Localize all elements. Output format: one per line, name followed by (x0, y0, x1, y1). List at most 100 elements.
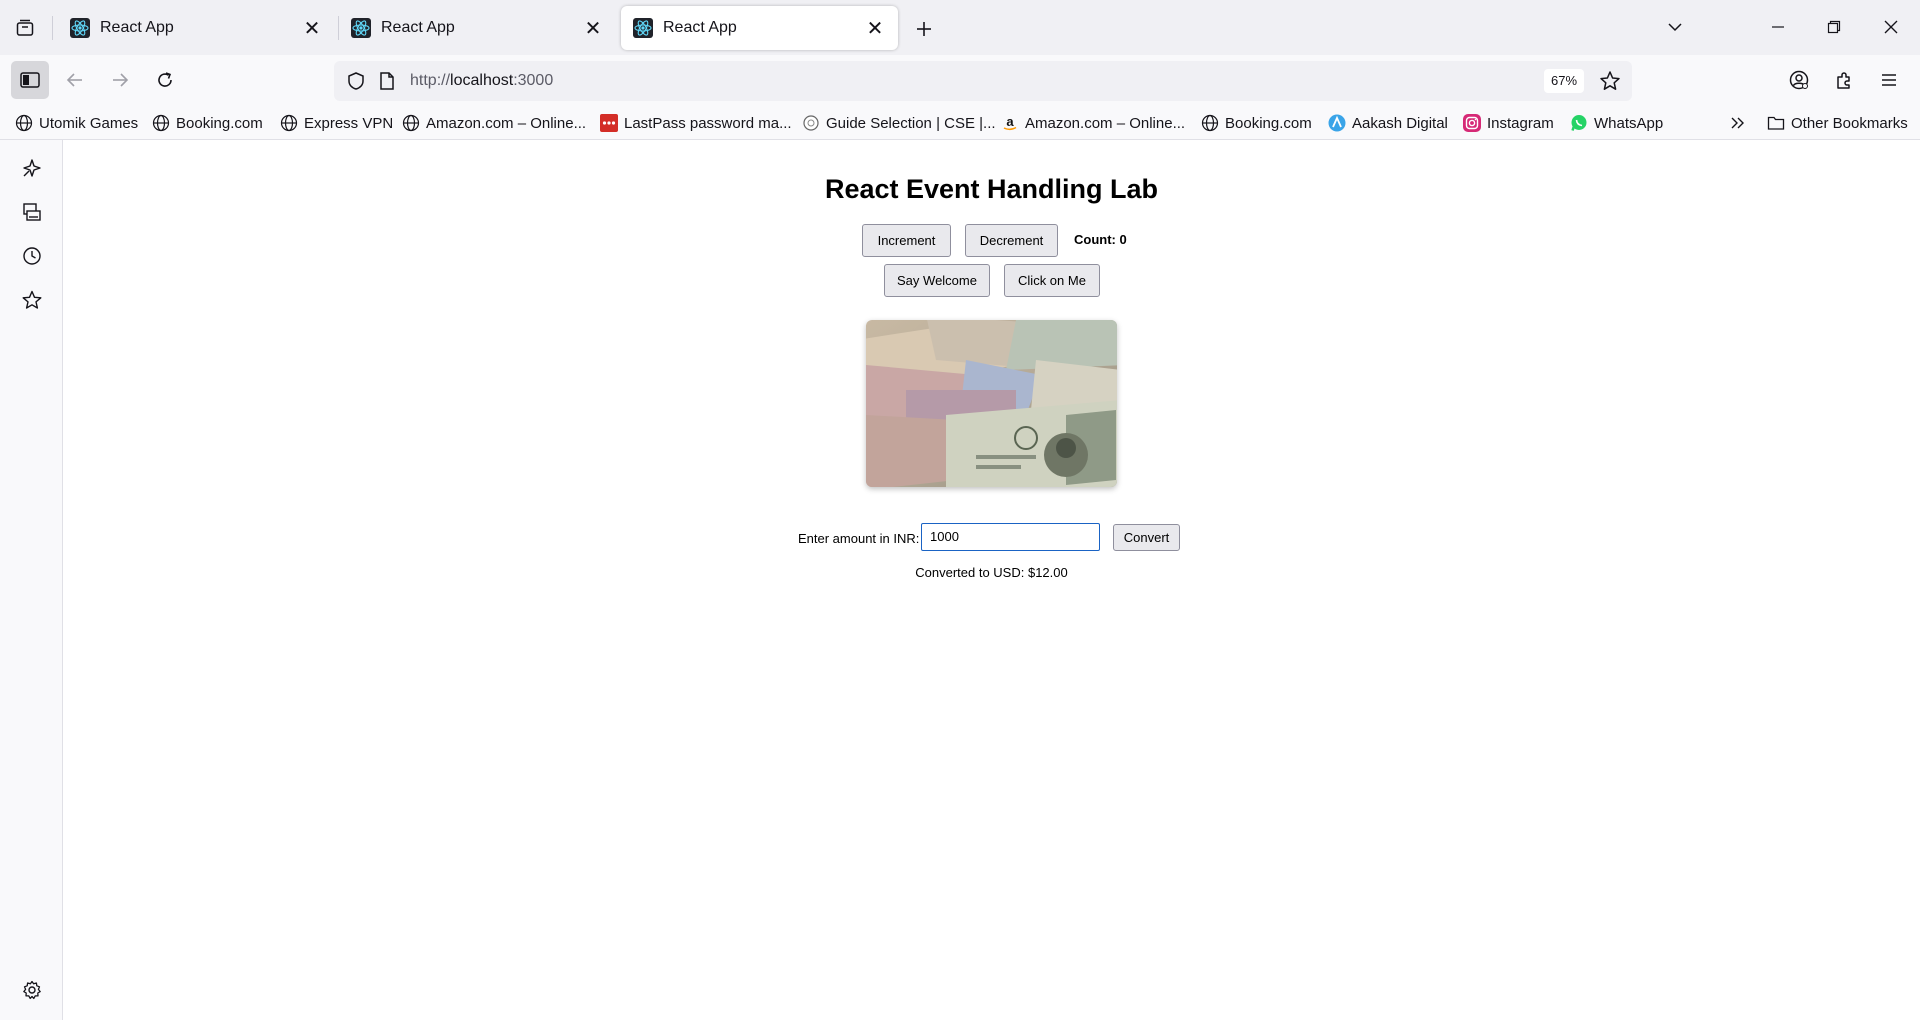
minimize-button[interactable] (1755, 8, 1801, 46)
tab-list-button[interactable] (8, 11, 42, 45)
zoom-level-badge[interactable]: 67% (1544, 69, 1585, 93)
other-bookmarks-label: Other Bookmarks (1791, 114, 1908, 132)
amount-input[interactable]: 1000 (921, 523, 1100, 551)
globe-icon (152, 114, 170, 132)
tab-list-icon (16, 19, 34, 36)
bookmark-label: Booking.com (176, 114, 263, 132)
bookmark-guide-selection[interactable]: Guide Selection | CSE |... (802, 111, 996, 135)
amount-label: Enter amount in INR: (798, 531, 920, 546)
guide-icon (802, 114, 820, 132)
globe-icon (15, 114, 33, 132)
puzzle-piece-icon (1837, 72, 1850, 89)
aakash-icon (1328, 114, 1346, 132)
sidebar-settings-button[interactable] (14, 972, 50, 1008)
close-window-button[interactable] (1868, 8, 1914, 46)
bookmark-label: WhatsApp (1594, 114, 1664, 132)
back-button[interactable] (56, 61, 94, 99)
reload-button[interactable] (146, 61, 184, 99)
click-on-me-button[interactable]: Click on Me (1004, 264, 1100, 297)
page-content: React Event Handling Lab Increment Decre… (63, 140, 1920, 1020)
close-tab-icon[interactable]: ✕ (864, 17, 886, 40)
bookmark-amazon-1[interactable]: Amazon.com – Online... (402, 111, 586, 135)
bookmark-label: Amazon.com – Online... (1025, 114, 1186, 132)
bookmark-label: LastPass password ma... (624, 114, 792, 132)
menu-button[interactable] (1870, 61, 1908, 99)
amazon-icon: a (1001, 114, 1019, 132)
instagram-icon (1463, 114, 1481, 132)
history-button[interactable] (14, 238, 50, 274)
bookmark-label: Express VPN (304, 114, 394, 132)
close-icon (1884, 20, 1898, 34)
bookmark-lastpass[interactable]: LastPass password ma... (600, 111, 792, 135)
navigation-toolbar: http://localhost:3000 67% (0, 55, 1920, 105)
bookmark-whatsapp[interactable]: WhatsApp (1570, 111, 1663, 135)
count-display: Count: 0 (1074, 232, 1127, 247)
bookmark-label: Booking.com (1225, 114, 1312, 132)
react-icon (70, 18, 90, 38)
other-bookmarks-folder[interactable]: Other Bookmarks (1767, 111, 1908, 135)
browser-sidebar (0, 140, 63, 1020)
chevron-down-icon (1668, 23, 1682, 32)
svg-text:a: a (1006, 114, 1014, 129)
globe-icon (1201, 114, 1219, 132)
clock-icon (23, 247, 41, 265)
gear-icon (23, 980, 41, 1000)
browser-tab-3-active[interactable]: React App ✕ (621, 6, 898, 50)
bookmark-booking[interactable]: Booking.com (152, 111, 263, 135)
forward-button[interactable] (101, 61, 139, 99)
bookmark-utomik-games[interactable]: Utomik Games (15, 111, 138, 135)
ai-chatbot-button[interactable] (14, 150, 50, 186)
forward-arrow-icon (113, 73, 129, 87)
bookmark-label: Amazon.com – Online... (426, 114, 587, 132)
bookmark-aakash-digital[interactable]: Aakash Digital (1328, 111, 1448, 135)
tab-title: React App (100, 19, 174, 36)
address-bar[interactable]: http://localhost:3000 67% (334, 61, 1632, 101)
bookmark-instagram[interactable]: Instagram (1463, 111, 1554, 135)
increment-button[interactable]: Increment (862, 224, 951, 257)
bookmark-express-vpn[interactable]: Express VPN (280, 111, 393, 135)
sidebar-toggle-button[interactable] (11, 61, 49, 99)
bookmark-label: Instagram (1487, 114, 1554, 132)
page-title: React Event Handling Lab (824, 174, 1159, 204)
double-chevron-right-icon (1731, 117, 1744, 129)
bookmark-label: Guide Selection | CSE |... (826, 114, 996, 132)
synced-tabs-icon (23, 203, 41, 221)
bookmarks-toolbar: Utomik Games Booking.com Express VPN Ama… (0, 105, 1920, 140)
restore-icon (1827, 20, 1841, 34)
close-tab-icon[interactable]: ✕ (582, 17, 604, 40)
url-text[interactable]: http://localhost:3000 (410, 72, 553, 90)
bookmark-amazon-2[interactable]: a Amazon.com – Online... (1001, 111, 1185, 135)
shield-icon[interactable] (346, 71, 366, 91)
globe-icon (402, 114, 420, 132)
globe-icon (280, 114, 298, 132)
synced-tabs-button[interactable] (14, 194, 50, 230)
react-icon (633, 18, 653, 38)
say-welcome-button[interactable]: Say Welcome (884, 264, 990, 297)
tab-strip: React App ✕ React App ✕ React App ✕ (0, 0, 1920, 55)
hamburger-menu-icon (1882, 74, 1896, 86)
star-icon[interactable] (1599, 70, 1621, 92)
reload-icon (158, 72, 172, 87)
browser-tab-2[interactable]: React App ✕ (339, 6, 616, 50)
tab-separator (52, 16, 53, 40)
bookmarks-overflow-button[interactable] (1729, 111, 1747, 135)
close-tab-icon[interactable]: ✕ (301, 17, 323, 40)
bookmark-booking-2[interactable]: Booking.com (1201, 111, 1312, 135)
extensions-button[interactable] (1825, 61, 1863, 99)
lastpass-icon (600, 114, 618, 132)
back-arrow-icon (66, 73, 82, 87)
tab-overflow-button[interactable] (1652, 8, 1698, 46)
bookmark-label: Utomik Games (39, 114, 139, 132)
restore-button[interactable] (1811, 8, 1857, 46)
account-button[interactable] (1780, 61, 1818, 99)
convert-button[interactable]: Convert (1113, 524, 1180, 551)
bookmark-label: Aakash Digital (1352, 114, 1448, 132)
star-icon (22, 290, 42, 309)
page-icon[interactable] (378, 71, 396, 91)
plus-icon (917, 22, 931, 36)
browser-tab-1[interactable]: React App ✕ (58, 6, 335, 50)
tab-title: React App (663, 19, 737, 36)
new-tab-button[interactable] (907, 13, 941, 45)
bookmarks-sidebar-button[interactable] (14, 282, 50, 318)
decrement-button[interactable]: Decrement (965, 224, 1058, 257)
